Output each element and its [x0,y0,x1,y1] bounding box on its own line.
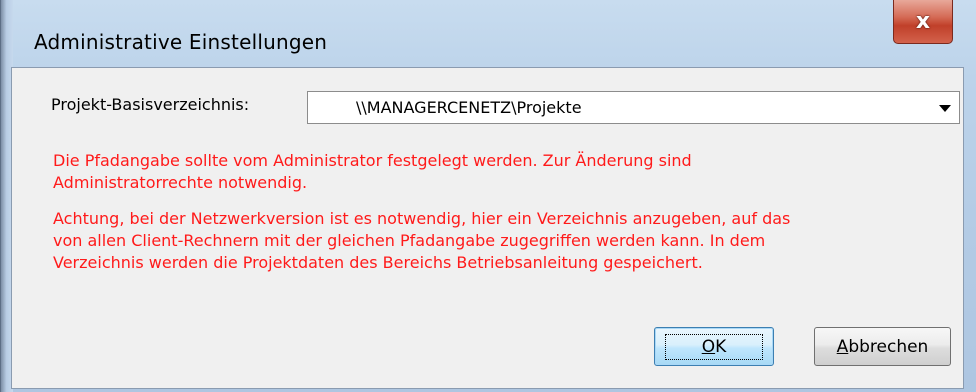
ok-label-rest: K [715,336,727,357]
network-warning-line-2: von allen Client-Rechnern mit der gleich… [53,231,766,250]
ok-button-label: OK [664,333,764,360]
project-base-directory-combobox[interactable]: \\MANAGERCENETZ\Projekte [307,91,960,124]
combobox-value: \\MANAGERCENETZ\Projekte [356,98,582,117]
admin-hint-line-2: Administratorrechte notwendig. [53,173,308,192]
cancel-button[interactable]: Abbrechen [814,327,951,366]
cancel-label-rest: bbrechen [848,336,929,357]
cancel-mnemonic: A [836,336,849,357]
dialog-window: Administrative Einstellungen x Projekt-B… [0,0,976,392]
chevron-down-icon[interactable] [939,105,951,112]
close-icon: x [915,8,931,34]
network-warning-line-1: Achtung, bei der Netzwerkversion ist es … [53,209,791,228]
window-title: Administrative Einstellungen [34,30,328,54]
network-warning-line-3: Verzeichnis werden die Projektdaten des … [53,253,703,272]
project-base-directory-label: Projekt-Basisverzeichnis: [51,95,250,114]
ok-mnemonic: O [701,336,716,357]
admin-hint-line-1: Die Pfadangabe sollte vom Administrator … [53,151,692,170]
cancel-button-label: Abbrechen [837,337,929,357]
ok-button[interactable]: OK [654,327,774,366]
dialog-content: Projekt-Basisverzeichnis: \\MANAGERCENET… [11,67,964,389]
close-button[interactable]: x [893,0,953,44]
